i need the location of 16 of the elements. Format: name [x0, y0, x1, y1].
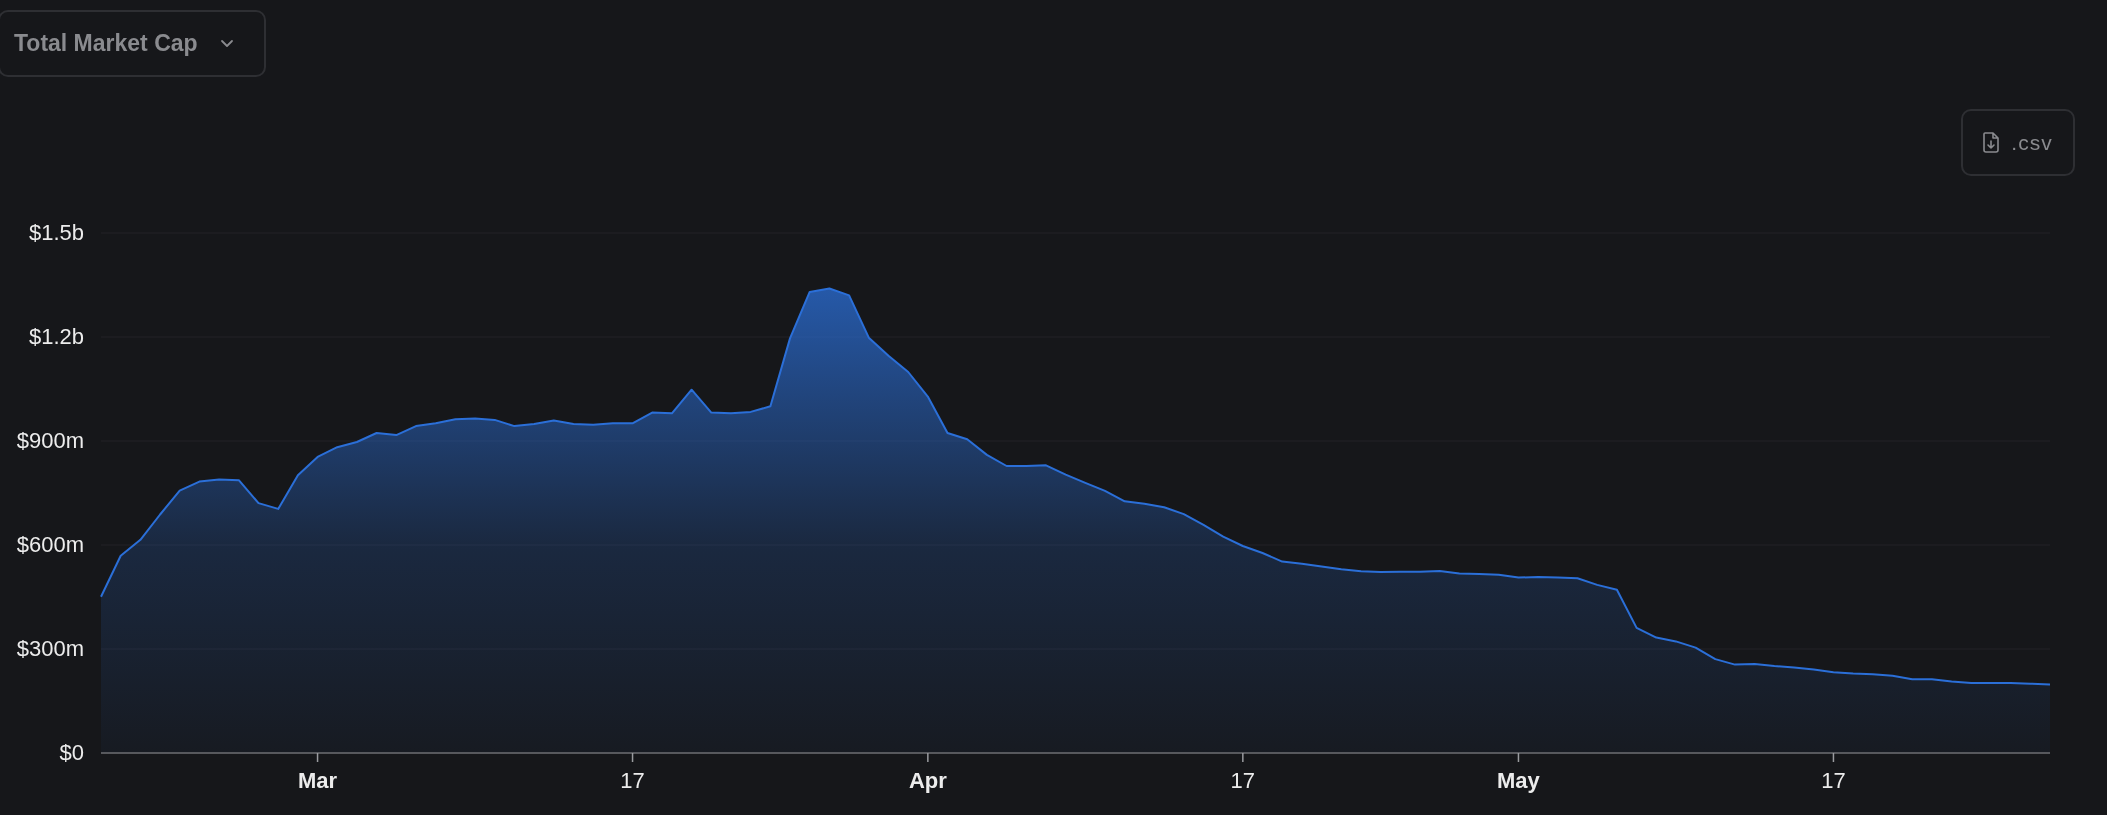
x-axis-label: 17 — [1230, 768, 1256, 793]
y-axis-label: $900m — [16, 428, 84, 453]
x-axis-label: May — [1497, 768, 1540, 793]
x-axis-label: Apr — [908, 768, 947, 793]
y-axis-label: $600m — [16, 532, 84, 557]
chevron-down-icon — [219, 39, 234, 48]
x-axis-label: 17 — [620, 768, 645, 793]
download-csv-button[interactable]: .csv — [1961, 109, 2075, 176]
y-axis-label: $0 — [59, 740, 84, 765]
y-axis-label: $300m — [16, 636, 84, 661]
x-axis-label: Mar — [298, 768, 338, 793]
metric-dropdown[interactable]: Total Market Cap — [0, 10, 266, 77]
file-download-icon — [1983, 132, 2000, 153]
x-axis-label: 17 — [1821, 768, 1846, 793]
y-axis-label: $1.2b — [28, 324, 84, 349]
y-axis-label: $1.5b — [28, 220, 84, 245]
